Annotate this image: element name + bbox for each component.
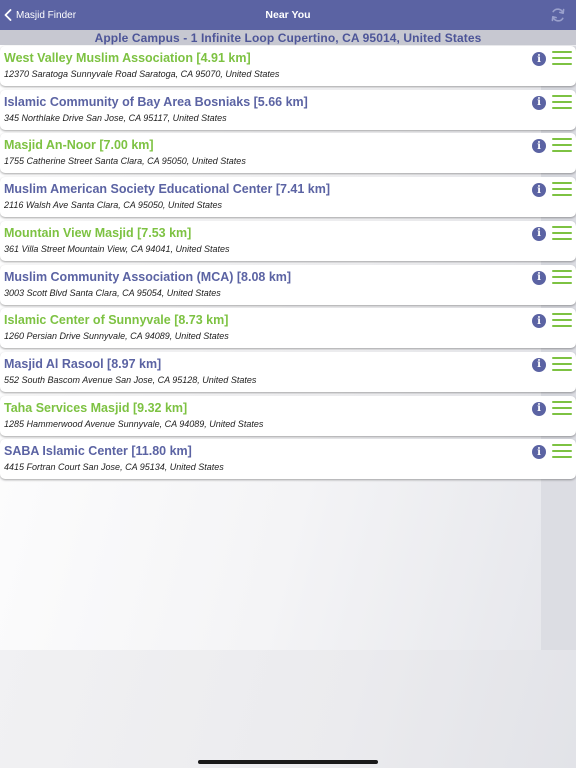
masjid-address: 345 Northlake Drive San Jose, CA 95117, …: [4, 112, 227, 123]
menu-bar: [552, 194, 572, 197]
refresh-icon[interactable]: [550, 7, 566, 23]
menu-bar: [552, 51, 572, 53]
masjid-name: Mountain View Masjid [7.53 km]: [4, 225, 192, 240]
menu-bar: [552, 269, 572, 272]
masjid-list-item[interactable]: Islamic Community of Bay Area Bosniaks […: [0, 89, 576, 130]
masjid-list-item[interactable]: Mountain View Masjid [7.53 km] 361 Villa …: [0, 220, 576, 261]
info-icon[interactable]: i: [532, 183, 546, 198]
masjid-address: 2116 Walsh Ave Santa Clara, CA 95050, Un…: [4, 200, 222, 211]
masjid-address: 1260 Persian Drive Sunnyvale, CA 94089, …: [4, 331, 229, 342]
info-icon[interactable]: i: [532, 226, 546, 241]
menu-bar: [552, 182, 572, 185]
page-title: Near You: [265, 9, 311, 21]
masjid-name: West Valley Muslim Association [4.91 km]: [4, 51, 251, 65]
masjid-name: Islamic Center of Sunnyvale [8.73 km]: [4, 313, 229, 328]
masjid-name: Masjid An-Noor [7.00 km]: [4, 138, 154, 153]
masjid-address: 4415 Fortran Court San Jose, CA 95134, U…: [4, 462, 224, 473]
menu-bar: [552, 106, 572, 109]
info-icon[interactable]: i: [532, 445, 546, 460]
current-location-header: Apple Campus - 1 Infinite Loop Cupertino…: [0, 30, 576, 45]
masjid-name: Islamic Community of Bay Area Bosniaks […: [4, 94, 308, 109]
masjid-list-item[interactable]: Muslim Community Association (MCA) [8.08…: [0, 264, 576, 305]
masjid-list-item[interactable]: SABA Islamic Center [11.80 km] 4415 Fortr…: [0, 439, 576, 480]
empty-list-area: [0, 650, 576, 768]
masjid-list-item[interactable]: Islamic Center of Sunnyvale [8.73 km] 126…: [0, 308, 576, 349]
menu-bar: [552, 412, 572, 415]
info-icon[interactable]: i: [532, 270, 546, 285]
menu-bar: [552, 225, 572, 228]
menu-bar: [552, 63, 572, 65]
menu-bar: [552, 94, 572, 97]
menu-bar: [552, 406, 572, 409]
info-icon[interactable]: i: [532, 314, 546, 329]
masjid-name: Muslim American Society Educational Cent…: [4, 182, 331, 197]
info-icon[interactable]: i: [532, 357, 546, 372]
masjid-name: Masjid Al Rasool [8.97 km]: [4, 356, 162, 371]
hamburger-menu-icon[interactable]: [552, 182, 572, 197]
hamburger-menu-icon[interactable]: [552, 269, 572, 285]
info-icon[interactable]: i: [532, 52, 546, 66]
menu-bar: [552, 456, 572, 459]
menu-bar: [552, 325, 572, 328]
info-icon[interactable]: i: [532, 139, 546, 154]
menu-bar: [552, 356, 572, 359]
masjid-list-item[interactable]: Taha Services Masjid [9.32 km] 1285 Hamme…: [0, 395, 576, 436]
hamburger-menu-icon[interactable]: [552, 313, 572, 328]
info-icon[interactable]: i: [532, 401, 546, 416]
hamburger-menu-icon[interactable]: [552, 51, 572, 66]
menu-bar: [552, 144, 572, 147]
menu-bar: [552, 313, 572, 316]
masjid-address: 3003 Scott Blvd Santa Clara, CA 95054, U…: [4, 287, 221, 298]
menu-bar: [552, 188, 572, 191]
hamburger-menu-icon[interactable]: [552, 94, 572, 110]
menu-bar: [552, 281, 572, 284]
hamburger-menu-icon[interactable]: [552, 444, 572, 459]
menu-bar: [552, 100, 572, 103]
hamburger-menu-icon[interactable]: [552, 356, 572, 372]
menu-bar: [552, 450, 572, 453]
menu-bar: [552, 150, 572, 153]
menu-bar: [552, 362, 572, 365]
menu-bar: [552, 275, 572, 278]
masjid-list-item[interactable]: Masjid An-Noor [7.00 km] 1755 Catherine S…: [0, 133, 576, 174]
masjid-address: 1285 Hammerwood Avenue Sunnyvale, CA 940…: [4, 418, 264, 429]
menu-bar: [552, 319, 572, 322]
masjid-address: 12370 Saratoga Sunnyvale Road Saratoga, …: [4, 69, 280, 79]
masjid-list-item[interactable]: Muslim American Society Educational Cent…: [0, 177, 576, 218]
menu-bar: [552, 368, 572, 371]
menu-bar: [552, 444, 572, 447]
hamburger-menu-icon[interactable]: [552, 225, 572, 241]
info-icon[interactable]: i: [532, 95, 546, 110]
menu-bar: [552, 400, 572, 403]
masjid-address: 1755 Catherine Street Santa Clara, CA 95…: [4, 156, 246, 167]
menu-bar: [552, 231, 572, 234]
hamburger-menu-icon[interactable]: [552, 400, 572, 416]
menu-bar: [552, 237, 572, 240]
masjid-name: Taha Services Masjid [9.32 km]: [4, 400, 188, 415]
masjid-list-item[interactable]: Masjid Al Rasool [8.97 km] 552 South Basc…: [0, 351, 576, 392]
masjid-name: Muslim Community Association (MCA) [8.08…: [4, 269, 292, 284]
masjid-address: 552 South Bascom Avenue San Jose, CA 951…: [4, 374, 257, 385]
navigation-bar: Masjid Finder Near You: [0, 0, 576, 30]
masjid-address: 361 Villa Street Mountain View, CA 94041…: [4, 243, 230, 254]
masjid-name: SABA Islamic Center [11.80 km]: [4, 444, 192, 459]
menu-bar: [552, 138, 572, 141]
masjid-list-item[interactable]: West Valley Muslim Association [4.91 km]…: [0, 46, 576, 86]
menu-bar: [552, 57, 572, 59]
hamburger-menu-icon[interactable]: [552, 138, 572, 153]
home-indicator[interactable]: [198, 760, 378, 764]
